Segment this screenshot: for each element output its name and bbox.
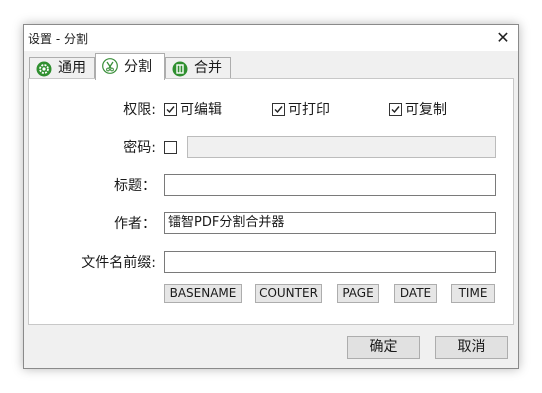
token-page-button[interactable]: PAGE [337,284,379,303]
ok-button[interactable]: 确定 [347,336,420,359]
permissions-label: 权限: [123,102,156,118]
close-icon[interactable]: ✕ [490,25,516,51]
filename-prefix-label: 文件名前缀: [81,255,156,271]
password-label: 密码: [123,140,156,156]
checkbox-editable-label: 可编辑 [180,102,222,118]
checkbox-copyable[interactable] [389,103,402,116]
author-label: 作者： [114,216,156,232]
title-label: 标题： [114,178,156,194]
tab-label: 通用 [58,60,86,76]
checkbox-copyable-label: 可复制 [405,102,447,118]
title-bar: 设置 - 分割 ✕ [24,25,518,51]
tab-merge[interactable]: 合并 [165,57,231,79]
token-counter-button[interactable]: COUNTER [255,284,322,303]
password-checkbox[interactable] [164,141,177,154]
merge-icon [172,61,188,77]
tab-split[interactable]: 分割 [95,53,165,80]
token-date-button[interactable]: DATE [394,284,437,303]
tab-general[interactable]: 通用 [29,57,95,79]
gear-icon [36,61,52,77]
checkbox-printable[interactable] [272,103,285,116]
tab-label: 合并 [194,60,222,76]
token-time-button[interactable]: TIME [451,284,495,303]
token-basename-button[interactable]: BASENAME [164,284,242,303]
title-input[interactable] [164,174,496,196]
tab-label: 分割 [124,59,152,75]
checkbox-editable[interactable] [164,103,177,116]
split-settings-panel: 权限: 可编辑 可打印 可复制 密码: 标题： 作者： 镭智PDF分割合并器 文… [28,78,514,325]
scissors-icon [102,58,118,74]
password-field[interactable] [187,136,496,158]
cancel-button[interactable]: 取消 [435,336,508,359]
author-input[interactable]: 镭智PDF分割合并器 [164,212,496,234]
filename-prefix-input[interactable] [164,251,496,273]
window-title: 设置 - 分割 [28,32,88,46]
checkbox-printable-label: 可打印 [288,102,330,118]
settings-dialog: 设置 - 分割 ✕ 通用 分割 合并 权限: 可编辑 可打印 可复制 密码: 标… [23,24,519,369]
